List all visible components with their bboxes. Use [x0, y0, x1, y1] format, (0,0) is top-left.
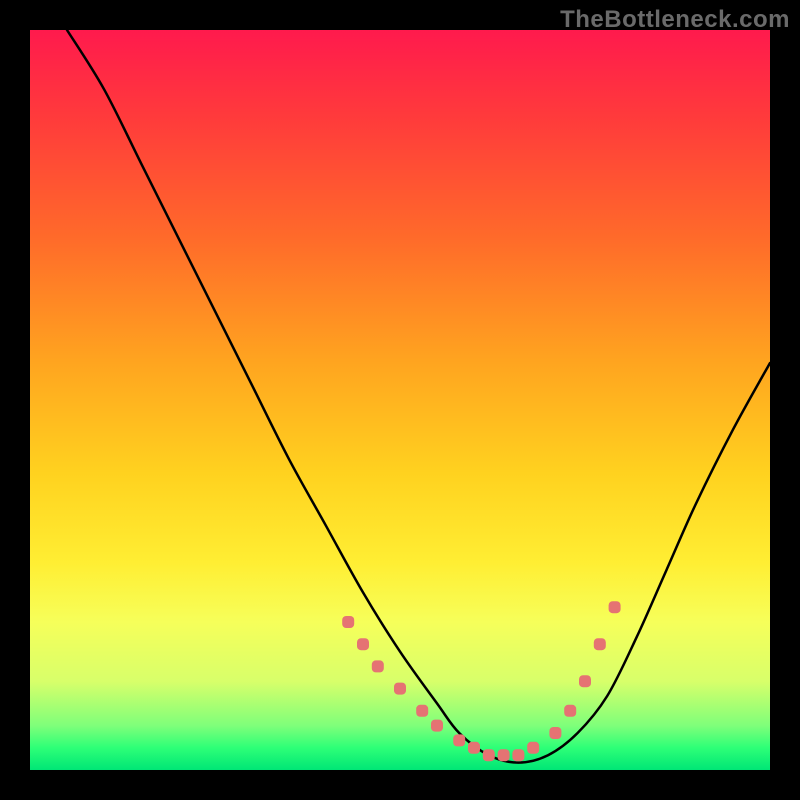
highlight-dot	[609, 601, 621, 613]
highlight-dot	[498, 749, 510, 761]
highlight-dot	[483, 749, 495, 761]
highlight-dot	[594, 638, 606, 650]
bottleneck-curve	[67, 30, 770, 763]
highlight-dot	[549, 727, 561, 739]
highlight-dot	[564, 705, 576, 717]
highlight-dot	[357, 638, 369, 650]
highlight-dot	[512, 749, 524, 761]
plot-area	[30, 30, 770, 770]
highlight-dot	[431, 720, 443, 732]
highlight-dot	[394, 683, 406, 695]
highlight-dot	[416, 705, 428, 717]
highlight-dot	[342, 616, 354, 628]
highlight-dot	[579, 675, 591, 687]
highlight-dot	[527, 742, 539, 754]
curve-path-group	[67, 30, 770, 763]
highlight-dot	[453, 734, 465, 746]
chart-frame: TheBottleneck.com	[0, 0, 800, 800]
highlight-dot	[468, 742, 480, 754]
highlight-dot	[372, 660, 384, 672]
watermark-text: TheBottleneck.com	[560, 6, 790, 34]
curve-svg	[30, 30, 770, 770]
